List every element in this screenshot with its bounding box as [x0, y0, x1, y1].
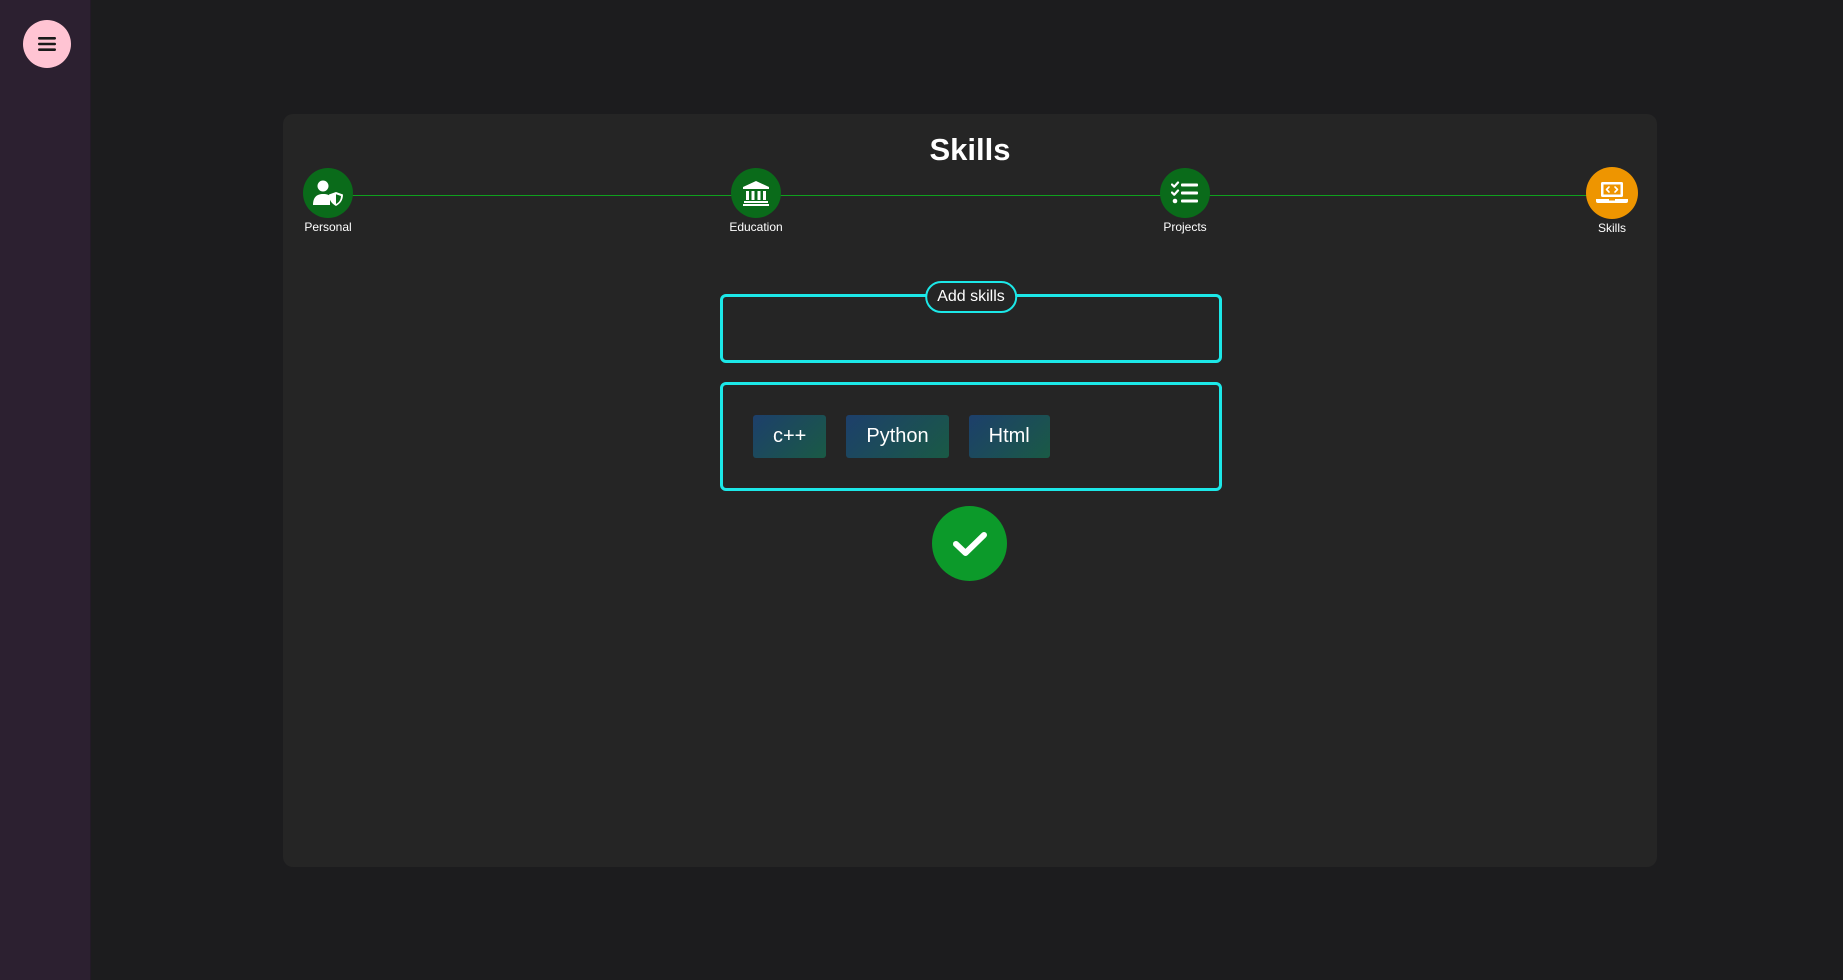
add-skills-label: Add skills	[925, 281, 1017, 313]
skills-form-card: Skills Personal Education Projects Skill…	[283, 114, 1657, 867]
skill-chip[interactable]: c++	[753, 415, 827, 458]
laptop-code-icon	[1596, 182, 1628, 203]
step-projects-circle	[1160, 168, 1210, 218]
step-skills-circle	[1586, 167, 1638, 219]
checkmark-icon	[952, 531, 987, 556]
checklist-icon	[1171, 181, 1198, 204]
progress-line	[326, 195, 1614, 196]
add-skills-input[interactable]	[731, 311, 1213, 345]
sidebar	[0, 0, 91, 980]
skill-chip[interactable]: Html	[968, 415, 1050, 458]
menu-button[interactable]	[23, 20, 71, 68]
step-personal-circle	[303, 168, 353, 218]
skill-chips: c++ Python Html	[753, 415, 1050, 458]
step-personal[interactable]: Personal	[273, 168, 383, 234]
confirm-button[interactable]	[932, 506, 1007, 581]
step-skills[interactable]: Skills	[1557, 167, 1667, 235]
step-education[interactable]: Education	[701, 168, 811, 234]
step-label-personal: Personal	[304, 220, 352, 234]
step-label-skills: Skills	[1597, 221, 1626, 235]
skills-list: c++ Python Html	[720, 382, 1222, 491]
skill-chip[interactable]: Python	[846, 415, 949, 458]
user-shield-icon	[313, 180, 343, 206]
step-projects[interactable]: Projects	[1130, 168, 1240, 234]
step-label-projects: Projects	[1163, 220, 1207, 234]
institution-icon	[743, 181, 769, 206]
step-label-education: Education	[729, 220, 783, 234]
add-skills-field[interactable]: Add skills	[720, 281, 1222, 363]
hamburger-menu-icon	[38, 37, 56, 51]
page-title: Skills	[929, 132, 1011, 167]
step-education-circle	[731, 168, 781, 218]
